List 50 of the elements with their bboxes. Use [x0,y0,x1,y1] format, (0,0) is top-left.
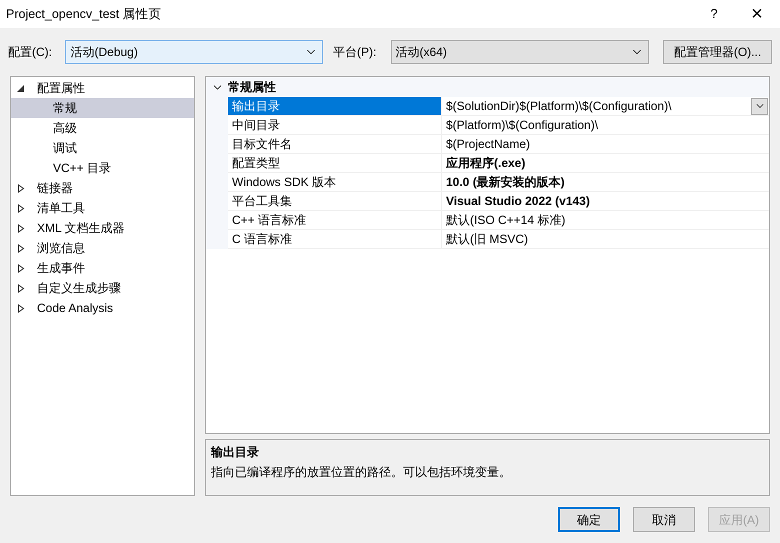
property-value: 默认(旧 MSVC) [445,231,529,248]
description-text: 指向已编译程序的放置位置的路径。可以包括环境变量。 [211,464,512,481]
platform-dropdown[interactable]: 活动(x64) [390,40,650,64]
collapsed-triangle-icon[interactable] [17,264,25,272]
collapsed-triangle-icon[interactable] [17,304,25,312]
tree-item[interactable]: VC++ 目录 [11,158,194,178]
collapsed-triangle-icon[interactable] [17,184,25,192]
collapsed-triangle-icon[interactable] [17,204,25,212]
tree-item[interactable]: 生成事件 [37,259,85,277]
config-dropdown[interactable]: 活动(Debug) [65,40,324,64]
property-value: $(Platform)\$(Configuration)\ [445,117,600,134]
tree-item[interactable]: 调试 [11,138,194,158]
tree-item[interactable]: 常规 [11,98,194,118]
tree-item[interactable]: 自定义生成步骤 [37,279,121,297]
property-name[interactable]: 中间目录 [228,116,441,135]
property-value: 10.0 (最新安装的版本) [445,174,566,191]
collapsed-triangle-icon[interactable] [17,224,25,232]
tree-item[interactable]: Code Analysis [37,299,114,317]
tree-item[interactable]: 高级 [11,118,194,138]
config-manager-button[interactable]: 配置管理器(O)... [663,40,772,64]
description-title: 输出目录 [211,444,260,461]
help-button[interactable]: ? [694,0,734,28]
tree-item[interactable]: 链接器 [37,179,73,197]
dialog-button[interactable]: 确定 [558,507,620,532]
property-value: $(ProjectName) [445,136,532,153]
window-title: Project_opencv_test 属性页 [6,6,163,23]
property-name[interactable]: 输出目录 [228,97,441,116]
property-name[interactable]: 配置类型 [228,154,441,173]
close-button[interactable]: × [734,0,780,28]
property-value: $(SolutionDir)$(Platform)\$(Configuration)\ [445,98,672,115]
collapsed-triangle-icon[interactable] [17,244,25,252]
property-value: Visual Studio 2022 (v143) [445,193,591,210]
property-name[interactable]: C 语言标准 [228,230,441,249]
property-name[interactable]: 平台工具集 [228,192,441,211]
category-header: 常规属性 [228,79,276,96]
collapsed-triangle-icon[interactable] [17,284,25,292]
value-dropdown-button[interactable] [751,98,768,114]
property-name[interactable]: C++ 语言标准 [228,211,441,230]
property-value: 应用程序(.exe) [445,155,526,172]
tree-item[interactable]: 浏览信息 [37,239,85,257]
tree-item[interactable]: XML 文档生成器 [37,219,125,237]
expanded-triangle-icon[interactable] [17,84,25,92]
tree-item[interactable]: 配置属性 [37,79,85,97]
dialog-button[interactable]: 取消 [633,507,695,532]
property-name[interactable]: Windows SDK 版本 [228,173,441,192]
property-name[interactable]: 目标文件名 [228,135,441,154]
config-label: 配置(C): [8,44,53,61]
tree-item[interactable]: 清单工具 [37,199,85,217]
platform-label: 平台(P): [333,44,378,61]
property-value: 默认(ISO C++14 标准) [445,212,566,229]
